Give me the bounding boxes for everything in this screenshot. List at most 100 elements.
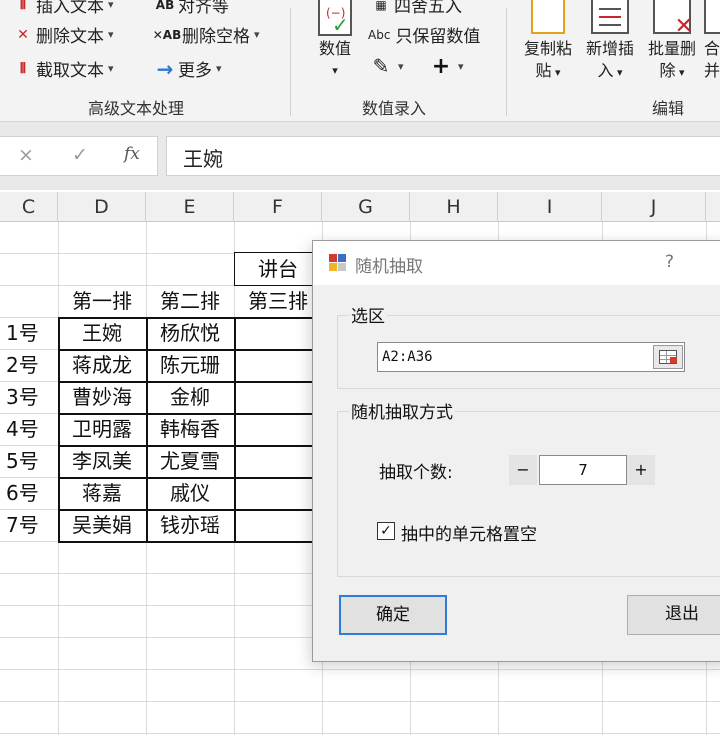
merge-icon [704, 0, 720, 34]
extract-text-icon: ⫴ [20, 60, 26, 77]
extract-text-button[interactable]: ⫴ 截取文本 ▾ [10, 56, 113, 82]
row-label[interactable]: 5号 [0, 445, 58, 477]
new-insert-icon [591, 0, 629, 34]
row-label[interactable]: 4号 [0, 413, 58, 445]
keep-numbers-label: 只保留数值 [395, 27, 481, 47]
help-icon[interactable]: ? [665, 252, 674, 272]
count-input[interactable]: 7 [539, 455, 627, 485]
delete-text-icon: ✕ [17, 26, 29, 43]
batch-delete-icon: ✕ [653, 0, 693, 38]
formula-buttons: × ✓ fx [0, 136, 158, 176]
column-header-j[interactable]: J [602, 192, 706, 222]
range-input[interactable]: A2:A36 [377, 342, 685, 372]
column-header-g[interactable]: G [322, 192, 410, 222]
selection-group-label: 选区 [349, 302, 387, 327]
dialog-titlebar[interactable]: 随机抽取 ? [313, 241, 720, 285]
group-separator [290, 8, 291, 116]
increment-button[interactable]: + [627, 455, 655, 485]
fx-icon[interactable]: fx [124, 144, 140, 164]
merge-button[interactable]: 合 并 [704, 0, 720, 82]
dialog-title: 随机抽取 [355, 257, 423, 277]
mode-group [337, 411, 720, 577]
table-cell[interactable]: 蒋嘉 [58, 477, 146, 509]
formula-input[interactable]: 王婉 [166, 136, 720, 176]
batch-delete-label-2: 除 [659, 61, 676, 80]
insert-text-icon: ⫴ [20, 0, 26, 13]
column-headers: C D E F G H I J [0, 192, 720, 222]
align-icon: AB [155, 0, 175, 12]
row-label[interactable]: 3号 [0, 381, 58, 413]
delete-text-button[interactable]: ✕ 删除文本 ▾ [10, 22, 113, 48]
delete-spaces-icon: ✕AB [152, 27, 182, 42]
insert-text-button[interactable]: ⫴ 插入文本 ▾ [10, 0, 113, 17]
clear-cells-label[interactable]: 抽中的单元格置空 [401, 520, 537, 545]
row-header-3[interactable]: 第三排 [234, 285, 322, 317]
range-picker-button[interactable] [653, 345, 683, 369]
table-cell[interactable]: 曹妙海 [58, 381, 146, 413]
ok-button[interactable]: 确定 [339, 595, 447, 635]
abc-icon: Abc [368, 27, 391, 42]
dialog-app-icon [329, 254, 347, 272]
value-button[interactable]: (−) ✓ 数值 ▾ [312, 0, 358, 82]
row-label[interactable]: 7号 [0, 509, 58, 541]
random-pick-dialog: 随机抽取 ? 选区 A2:A36 随机抽取方式 抽取个数: − 7 + ✓ 抽中… [312, 240, 720, 662]
new-insert-label: 新增插 [585, 39, 634, 58]
formula-bar: × ✓ fx 王婉 [0, 122, 720, 190]
column-header-i[interactable]: I [498, 192, 602, 222]
column-header-f[interactable]: F [234, 192, 322, 222]
new-insert-label-2: 入 [597, 61, 614, 80]
column-header-c[interactable]: C [0, 192, 58, 222]
table-cell[interactable]: 韩梅香 [146, 413, 234, 445]
table-cell[interactable]: 金柳 [146, 381, 234, 413]
group-label-advanced-text: 高级文本处理 [88, 99, 185, 118]
more-label: 更多 [178, 61, 212, 81]
table-cell[interactable]: 钱亦瑶 [146, 509, 234, 541]
plus-icon: + [431, 54, 451, 79]
align-button[interactable]: AB 对齐等 [152, 0, 229, 17]
column-header-e[interactable]: E [146, 192, 234, 222]
insert-text-label: 插入文本 [36, 0, 104, 17]
delete-spaces-label: 删除空格 [182, 27, 250, 47]
batch-delete-button[interactable]: ✕ 批量删 除 ▾ [644, 0, 700, 84]
row-label[interactable]: 6号 [0, 477, 58, 509]
more-arrow-icon: → [156, 56, 174, 81]
value-icon: (−) ✓ [318, 0, 352, 36]
table-cell[interactable]: 卫明露 [58, 413, 146, 445]
row-label[interactable]: 2号 [0, 349, 58, 381]
round-label: 四舍五入 [394, 0, 462, 17]
confirm-icon[interactable]: ✓ [72, 144, 88, 166]
table-cell[interactable]: 陈元珊 [146, 349, 234, 381]
edit-format-icon: ✎ [372, 54, 390, 78]
decrement-button[interactable]: − [509, 455, 537, 485]
delete-spaces-button[interactable]: ✕AB 删除空格 ▾ [152, 22, 260, 47]
column-header-h[interactable]: H [410, 192, 498, 222]
table-cell[interactable]: 李凤美 [58, 445, 146, 477]
group-label-value-entry: 数值录入 [362, 99, 427, 118]
clear-cells-checkbox[interactable]: ✓ [377, 522, 395, 540]
more-button[interactable]: → 更多 ▾ [152, 56, 222, 82]
table-cell[interactable]: 戚仪 [146, 477, 234, 509]
row-header-2[interactable]: 第二排 [146, 285, 234, 317]
exit-button[interactable]: 退出 [627, 595, 720, 635]
table-cell[interactable]: 王婉 [58, 317, 146, 349]
podium-cell[interactable]: 讲台 [234, 253, 322, 285]
batch-delete-label: 批量删 [647, 39, 696, 58]
delete-text-label: 删除文本 [36, 27, 104, 47]
row-header-1[interactable]: 第一排 [58, 285, 146, 317]
round-button[interactable]: ▦ 四舍五入 [368, 0, 462, 17]
table-cell[interactable]: 杨欣悦 [146, 317, 234, 349]
table-cell[interactable]: 尤夏雪 [146, 445, 234, 477]
new-insert-button[interactable]: 新增插 入 ▾ [582, 0, 638, 84]
column-header-d[interactable]: D [58, 192, 146, 222]
table-cell[interactable]: 吴美娟 [58, 509, 146, 541]
edit-format-button[interactable]: ✎ ▾ [368, 54, 404, 78]
merge-label: 合 [704, 39, 720, 58]
range-picker-icon [659, 350, 677, 364]
row-label[interactable]: 1号 [0, 317, 58, 349]
add-button[interactable]: + ▾ [428, 54, 464, 79]
table-cell[interactable]: 蒋成龙 [58, 349, 146, 381]
copy-paste-button[interactable]: 复制粘 贴 ▾ [520, 0, 576, 84]
keep-numbers-button[interactable]: Abc 只保留数值 [368, 22, 480, 47]
copy-paste-label: 复制粘 [523, 39, 572, 58]
cancel-icon[interactable]: × [18, 144, 34, 166]
